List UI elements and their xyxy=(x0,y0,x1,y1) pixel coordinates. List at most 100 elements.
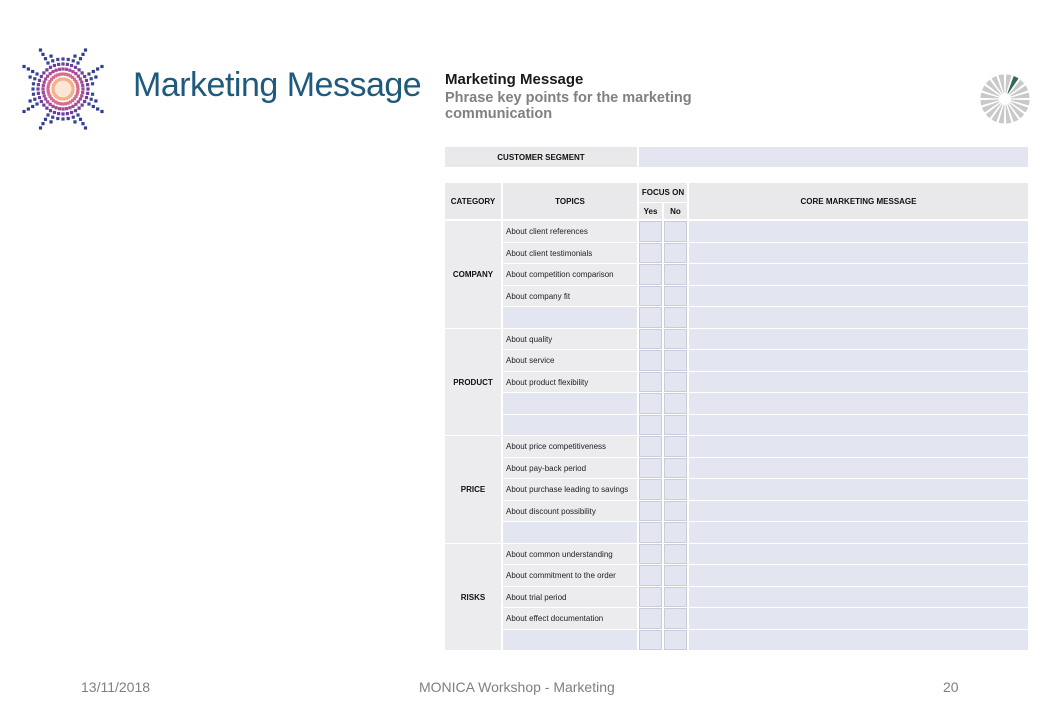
focus-no-checkbox[interactable] xyxy=(664,286,687,306)
focus-no-checkbox[interactable] xyxy=(664,372,687,392)
header-focus-on: FOCUS ON xyxy=(639,183,687,202)
topic-cell: About company fit xyxy=(503,286,637,306)
focus-yes-checkbox[interactable] xyxy=(639,307,662,328)
topic-cell: About product flexibility xyxy=(503,372,637,392)
core-message-field[interactable] xyxy=(689,372,1028,392)
focus-no-checkbox[interactable] xyxy=(664,350,687,371)
focus-no-checkbox[interactable] xyxy=(664,243,687,263)
focus-no-checkbox[interactable] xyxy=(664,565,687,586)
focus-yes-checkbox[interactable] xyxy=(639,329,662,349)
category-cell: COMPANY xyxy=(445,221,501,328)
topic-cell: About client references xyxy=(503,221,637,242)
focus-no-checkbox[interactable] xyxy=(664,415,687,435)
header-core-marketing-message: CORE MARKETING MESSAGE xyxy=(689,183,1028,219)
focus-yes-checkbox[interactable] xyxy=(639,587,662,607)
focus-no-checkbox[interactable] xyxy=(664,587,687,607)
core-message-field[interactable] xyxy=(689,415,1028,435)
focus-no-checkbox[interactable] xyxy=(664,436,687,457)
core-message-field[interactable] xyxy=(689,458,1028,478)
progress-wheel-icon xyxy=(979,73,1031,125)
header-topics: TOPICS xyxy=(503,183,637,219)
header-category: CATEGORY xyxy=(445,183,501,219)
core-message-field[interactable] xyxy=(689,630,1028,650)
focus-no-checkbox[interactable] xyxy=(664,501,687,521)
focus-no-checkbox[interactable] xyxy=(664,393,687,414)
topic-cell[interactable] xyxy=(503,393,637,414)
focus-yes-checkbox[interactable] xyxy=(639,565,662,586)
focus-yes-checkbox[interactable] xyxy=(639,286,662,306)
category-cell: PRODUCT xyxy=(445,329,501,435)
focus-yes-checkbox[interactable] xyxy=(639,501,662,521)
focus-yes-checkbox[interactable] xyxy=(639,522,662,543)
core-message-field[interactable] xyxy=(689,479,1028,500)
core-message-field[interactable] xyxy=(689,608,1028,629)
focus-yes-checkbox[interactable] xyxy=(639,608,662,629)
topic-cell: About competition comparison xyxy=(503,264,637,285)
topic-cell[interactable] xyxy=(503,415,637,435)
topic-cell[interactable] xyxy=(503,522,637,543)
core-message-field[interactable] xyxy=(689,286,1028,306)
customer-segment-field[interactable] xyxy=(639,147,1028,167)
footer-date: 13/11/2018 xyxy=(81,679,151,695)
focus-yes-checkbox[interactable] xyxy=(639,479,662,500)
core-message-field[interactable] xyxy=(689,522,1028,543)
focus-no-checkbox[interactable] xyxy=(664,221,687,242)
topic-cell: About purchase leading to savings xyxy=(503,479,637,500)
focus-yes-checkbox[interactable] xyxy=(639,458,662,478)
core-message-field[interactable] xyxy=(689,436,1028,457)
core-message-field[interactable] xyxy=(689,221,1028,242)
focus-no-checkbox[interactable] xyxy=(664,544,687,564)
form-title: Marketing Message xyxy=(445,71,584,88)
category-cell: PRICE xyxy=(445,436,501,543)
focus-no-checkbox[interactable] xyxy=(664,264,687,285)
focus-no-checkbox[interactable] xyxy=(664,458,687,478)
footer-title: MONICA Workshop - Marketing xyxy=(419,679,615,695)
focus-yes-checkbox[interactable] xyxy=(639,436,662,457)
slide-title: Marketing Message xyxy=(133,66,422,104)
customer-segment-label: CUSTOMER SEGMENT xyxy=(445,147,637,167)
focus-yes-checkbox[interactable] xyxy=(639,350,662,371)
topic-cell: About price competitiveness xyxy=(503,436,637,457)
topic-cell: About common understanding xyxy=(503,544,637,564)
topic-cell[interactable] xyxy=(503,630,637,650)
topic-cell[interactable] xyxy=(503,307,637,328)
focus-yes-checkbox[interactable] xyxy=(639,372,662,392)
topic-cell: About effect documentation xyxy=(503,608,637,629)
focus-no-checkbox[interactable] xyxy=(664,630,687,650)
core-message-field[interactable] xyxy=(689,565,1028,586)
header-yes: Yes xyxy=(639,203,662,219)
core-message-field[interactable] xyxy=(689,393,1028,414)
topic-cell: About service xyxy=(503,350,637,371)
focus-yes-checkbox[interactable] xyxy=(639,630,662,650)
focus-no-checkbox[interactable] xyxy=(664,608,687,629)
category-cell: RISKS xyxy=(445,544,501,650)
focus-yes-checkbox[interactable] xyxy=(639,243,662,263)
focus-no-checkbox[interactable] xyxy=(664,479,687,500)
core-message-field[interactable] xyxy=(689,307,1028,328)
focus-yes-checkbox[interactable] xyxy=(639,264,662,285)
focus-no-checkbox[interactable] xyxy=(664,522,687,543)
topic-cell: About trial period xyxy=(503,587,637,607)
core-message-field[interactable] xyxy=(689,350,1028,371)
focus-no-checkbox[interactable] xyxy=(664,307,687,328)
focus-yes-checkbox[interactable] xyxy=(639,544,662,564)
core-message-field[interactable] xyxy=(689,501,1028,521)
form-subtitle: Phrase key points for the marketing comm… xyxy=(445,90,692,122)
core-message-field[interactable] xyxy=(689,329,1028,349)
core-message-field[interactable] xyxy=(689,243,1028,263)
topic-cell: About client testimonials xyxy=(503,243,637,263)
core-message-field[interactable] xyxy=(689,264,1028,285)
topic-cell: About quality xyxy=(503,329,637,349)
focus-yes-checkbox[interactable] xyxy=(639,221,662,242)
page-number: 20 xyxy=(943,679,959,695)
core-message-field[interactable] xyxy=(689,587,1028,607)
topic-cell: About pay-back period xyxy=(503,458,637,478)
header-no: No xyxy=(664,203,687,219)
monica-logo-icon xyxy=(22,48,104,130)
focus-yes-checkbox[interactable] xyxy=(639,415,662,435)
focus-yes-checkbox[interactable] xyxy=(639,393,662,414)
focus-no-checkbox[interactable] xyxy=(664,329,687,349)
topic-cell: About discount possibility xyxy=(503,501,637,521)
topic-cell: About commitment to the order xyxy=(503,565,637,586)
core-message-field[interactable] xyxy=(689,544,1028,564)
